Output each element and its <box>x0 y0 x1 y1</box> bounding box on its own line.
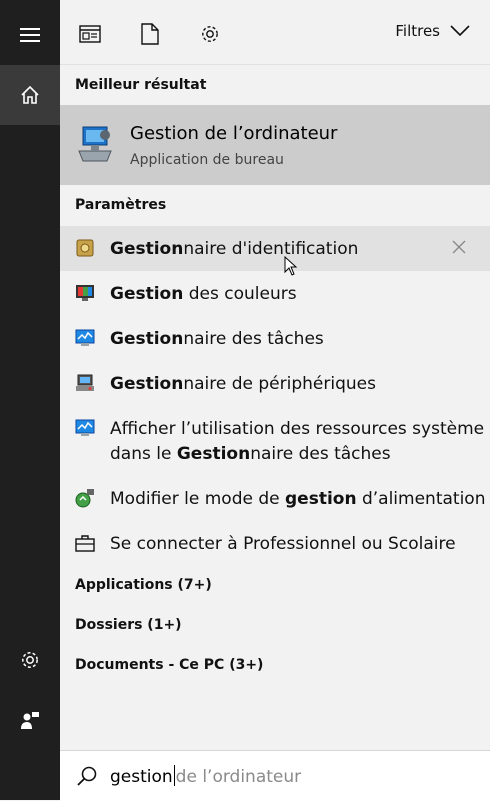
apps-view-button[interactable] <box>76 20 104 48</box>
task-manager-icon <box>75 419 95 436</box>
best-match-item[interactable]: Gestion de l’ordinateur Application de b… <box>60 105 490 185</box>
left-rail <box>0 0 60 800</box>
text-caret <box>173 765 175 786</box>
result-label: Gestionnaire des tâches <box>110 329 324 349</box>
filter-toolbar: Filtres <box>60 0 490 65</box>
settings-button[interactable] <box>0 630 60 690</box>
apps-view-icon <box>79 25 101 43</box>
result-work-school[interactable]: Se connecter à Professionnel ou Scolaire <box>60 521 490 566</box>
search-input[interactable]: gestion de l’ordinateur <box>110 765 301 787</box>
hamburger-menu-button[interactable] <box>0 5 60 65</box>
gear-icon <box>202 26 218 42</box>
documents-filter-button[interactable] <box>136 20 164 48</box>
result-resource-usage[interactable]: Afficher l’utilisation des ressources sy… <box>60 406 490 476</box>
home-icon <box>21 85 39 104</box>
search-autocomplete: de l’ordinateur <box>175 767 302 787</box>
search-icon <box>77 766 97 786</box>
best-match-title: Gestion de l’ordinateur <box>130 123 338 144</box>
feedback-button[interactable] <box>0 690 60 750</box>
search-results-panel: Filtres Meilleur résultat Gestion de l’o… <box>60 0 490 801</box>
home-button[interactable] <box>0 65 60 125</box>
search-query: gestion <box>110 767 173 787</box>
chevron-down-icon <box>450 25 470 37</box>
documents-category[interactable]: Documents - Ce PC (3+) <box>75 657 263 673</box>
result-task-manager[interactable]: Gestionnaire des tâches <box>60 316 490 361</box>
result-power-options[interactable]: Modifier le mode de gestion d’alimentati… <box>60 476 490 521</box>
close-icon[interactable] <box>450 238 468 256</box>
device-manager-icon <box>76 374 94 391</box>
result-label: Gestion des couleurs <box>110 284 297 304</box>
result-label: Modifier le mode de gestion d’alimentati… <box>110 489 486 509</box>
best-match-heading: Meilleur résultat <box>75 77 207 93</box>
result-credential-manager[interactable]: Gestionnaire d'identification <box>60 226 490 271</box>
document-icon <box>141 23 159 45</box>
hamburger-menu-icon <box>20 28 40 42</box>
result-label: Gestionnaire d'identification <box>110 239 359 259</box>
settings-heading: Paramètres <box>75 197 167 213</box>
credential-manager-icon <box>76 239 94 257</box>
result-color-management[interactable]: Gestion des couleurs <box>60 271 490 316</box>
result-label: Gestionnaire de périphériques <box>110 374 376 394</box>
color-management-icon <box>76 285 94 301</box>
settings-filter-button[interactable] <box>196 20 224 48</box>
folders-category[interactable]: Dossiers (1+) <box>75 617 182 633</box>
power-options-icon <box>75 489 94 508</box>
feedback-icon <box>21 712 39 729</box>
task-manager-icon <box>75 329 95 346</box>
computer-management-icon <box>78 126 112 162</box>
best-match-subtitle: Application de bureau <box>130 152 284 168</box>
gear-icon <box>22 652 38 668</box>
mouse-cursor-icon <box>284 256 298 276</box>
filters-label: Filtres <box>395 22 440 40</box>
result-device-manager[interactable]: Gestionnaire de périphériques <box>60 361 490 406</box>
applications-category[interactable]: Applications (7+) <box>75 577 212 593</box>
result-label: Afficher l’utilisation des ressources sy… <box>110 419 485 464</box>
search-box[interactable]: gestion de l’ordinateur <box>60 750 490 801</box>
result-label: Se connecter à Professionnel ou Scolaire <box>110 534 456 554</box>
briefcase-icon <box>75 535 95 552</box>
filters-dropdown[interactable]: Filtres <box>395 22 470 40</box>
